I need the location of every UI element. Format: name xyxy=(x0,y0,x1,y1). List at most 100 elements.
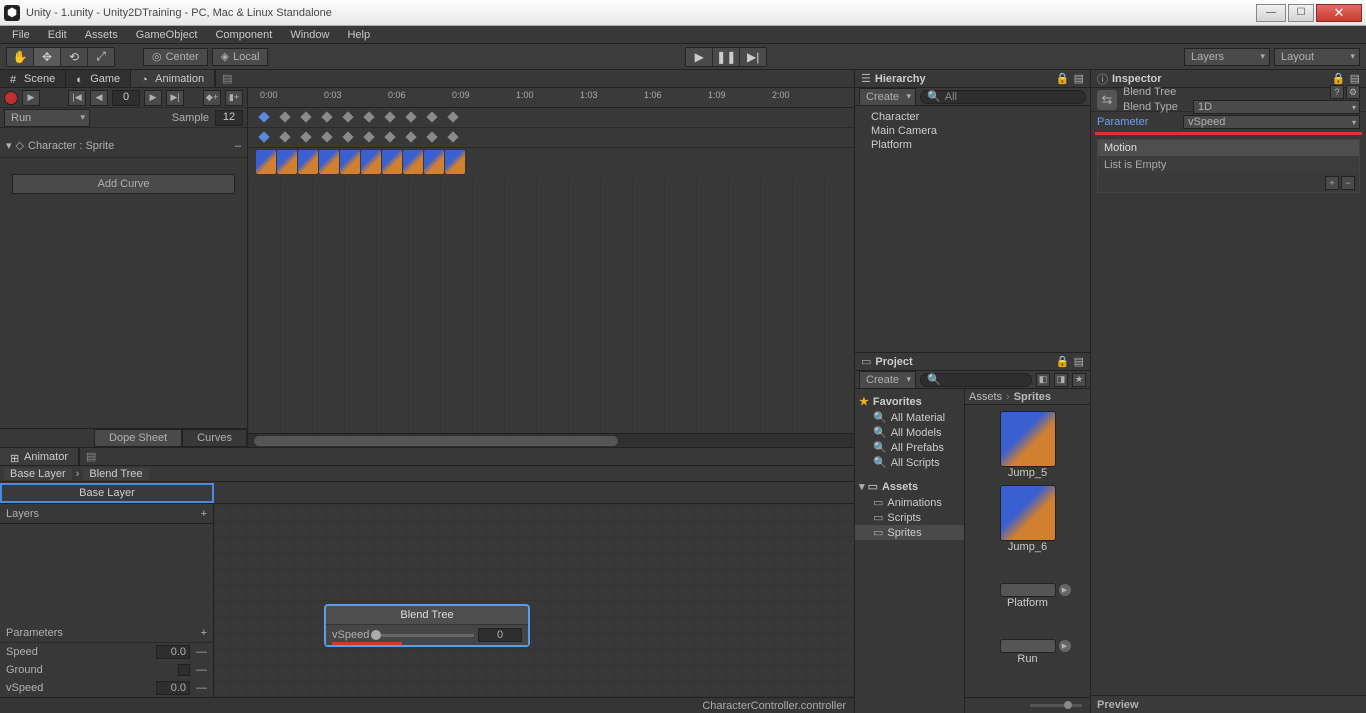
layer-base-layer-button[interactable]: Base Layer xyxy=(0,483,214,503)
scale-tool-button[interactable]: ⤢ xyxy=(88,48,114,66)
remove-motion-button[interactable]: − xyxy=(1341,176,1355,190)
pause-button[interactable]: ❚❚ xyxy=(713,48,739,66)
param-row-vspeed[interactable]: vSpeed 0.0 — xyxy=(0,679,213,697)
remove-param-button[interactable]: — xyxy=(196,646,207,658)
path-segment[interactable]: Sprites xyxy=(1014,391,1051,403)
param-ground-checkbox[interactable] xyxy=(178,664,190,676)
path-segment[interactable]: Assets xyxy=(969,391,1002,403)
blend-tree-node[interactable]: Blend Tree vSpeed 0 xyxy=(324,604,530,647)
folder-item[interactable]: ▭Scripts xyxy=(855,510,964,525)
blend-node-slider[interactable] xyxy=(373,634,474,637)
project-search[interactable]: 🔍 xyxy=(920,373,1032,387)
panel-lock-icon[interactable]: 🔒 xyxy=(1056,72,1070,85)
panel-lock-icon[interactable]: 🔒 xyxy=(1056,355,1070,368)
curves-button[interactable]: Curves xyxy=(182,429,247,447)
hierarchy-item[interactable]: Character xyxy=(863,110,1082,124)
sample-field[interactable]: 12 xyxy=(215,110,243,126)
next-key-button[interactable]: ▶ xyxy=(144,90,162,106)
panel-options-button[interactable]: ▤ xyxy=(1350,72,1360,85)
layers-dropdown[interactable]: Layers xyxy=(1184,48,1270,66)
hierarchy-item[interactable]: Main Camera xyxy=(863,124,1082,138)
object-name[interactable]: Blend Tree xyxy=(1123,86,1324,98)
favorite-item[interactable]: 🔍All Models xyxy=(855,425,964,440)
assets-heading[interactable]: ▾ ▭Assets xyxy=(855,478,964,495)
tab-animation[interactable]: ◔Animation xyxy=(131,70,215,87)
step-button[interactable]: ▶| xyxy=(740,48,766,66)
add-curve-button[interactable]: Add Curve xyxy=(12,174,235,194)
panel-options-button[interactable]: ▤ xyxy=(1074,355,1084,368)
first-key-button[interactable]: |◀ xyxy=(68,90,86,106)
remove-param-button[interactable]: — xyxy=(196,682,207,694)
pivot-mode-button[interactable]: ◎Center xyxy=(143,48,208,66)
param-row-speed[interactable]: Speed 0.0 — xyxy=(0,643,213,661)
clip-dropdown[interactable]: Run xyxy=(4,109,90,127)
track-key-row[interactable] xyxy=(248,128,854,148)
param-speed-value[interactable]: 0.0 xyxy=(156,645,190,659)
prev-key-button[interactable]: ◀ xyxy=(90,90,108,106)
remove-param-button[interactable]: — xyxy=(196,664,207,676)
window-maximize-button[interactable]: ☐ xyxy=(1288,4,1314,22)
asset-thumb[interactable]: Jump_5 xyxy=(967,411,1088,479)
menu-file[interactable]: File xyxy=(4,28,38,42)
play-button[interactable]: ▶ xyxy=(686,48,712,66)
timeline-area[interactable] xyxy=(248,178,854,433)
save-search-button[interactable]: ★ xyxy=(1072,373,1086,387)
track-row[interactable]: ▾ ◇ Character : Sprite – xyxy=(0,134,247,158)
menu-edit[interactable]: Edit xyxy=(40,28,75,42)
play-icon[interactable]: ▶ xyxy=(1059,640,1071,652)
favorite-item[interactable]: 🔍All Prefabs xyxy=(855,440,964,455)
add-motion-button[interactable]: + xyxy=(1325,176,1339,190)
panel-options-button[interactable]: ▤ xyxy=(79,448,102,465)
favorites-heading[interactable]: ★Favorites xyxy=(855,393,964,410)
project-create-dropdown[interactable]: Create xyxy=(859,371,916,389)
foldout-icon[interactable]: ▾ xyxy=(6,139,12,152)
gear-icon[interactable]: ⚙ xyxy=(1346,85,1360,99)
hierarchy-search[interactable]: 🔍All xyxy=(920,90,1086,104)
remove-track-button[interactable]: – xyxy=(235,140,241,152)
tab-scene[interactable]: #Scene xyxy=(0,70,66,87)
menu-help[interactable]: Help xyxy=(339,28,378,42)
rotate-tool-button[interactable]: ⟲ xyxy=(61,48,87,66)
folder-item[interactable]: ▭Sprites xyxy=(855,525,964,540)
panel-options-button[interactable]: ▤ xyxy=(1074,72,1084,85)
param-vspeed-value[interactable]: 0.0 xyxy=(156,681,190,695)
add-layer-button[interactable]: + xyxy=(201,508,207,520)
menu-window[interactable]: Window xyxy=(282,28,337,42)
summary-key-row[interactable] xyxy=(248,108,854,128)
project-grid[interactable]: Jump_5 Jump_6 ▶Platform ▶Run xyxy=(965,405,1090,697)
timeline-scrollbar[interactable] xyxy=(248,433,854,447)
preview-header[interactable]: Preview xyxy=(1091,695,1366,713)
breadcrumb-blend-tree[interactable]: Blend Tree xyxy=(83,468,148,480)
last-key-button[interactable]: ▶| xyxy=(166,90,184,106)
thumbnail-size-slider[interactable] xyxy=(1030,704,1083,707)
filter-type-button[interactable]: ◧ xyxy=(1036,373,1050,387)
add-parameter-button[interactable]: + xyxy=(201,627,207,639)
favorite-item[interactable]: 🔍All Material xyxy=(855,410,964,425)
help-button[interactable]: ? xyxy=(1330,85,1344,99)
asset-thumb[interactable]: ▶Run xyxy=(967,615,1088,665)
panel-lock-icon[interactable]: 🔒 xyxy=(1332,72,1346,85)
add-key-button[interactable]: ◆+ xyxy=(203,90,221,106)
anim-play-button[interactable]: ▶ xyxy=(22,90,40,106)
window-close-button[interactable]: ✕ xyxy=(1316,4,1362,22)
favorite-item[interactable]: 🔍All Scripts xyxy=(855,455,964,470)
menu-component[interactable]: Component xyxy=(207,28,280,42)
record-button[interactable] xyxy=(4,91,18,105)
asset-thumb[interactable]: ▶Platform xyxy=(967,559,1088,609)
hierarchy-create-dropdown[interactable]: Create xyxy=(859,88,916,106)
blend-type-dropdown[interactable]: 1D xyxy=(1193,100,1360,114)
blend-node-value[interactable]: 0 xyxy=(478,628,522,642)
hand-tool-button[interactable]: ✋ xyxy=(7,48,33,66)
layout-dropdown[interactable]: Layout xyxy=(1274,48,1360,66)
time-ruler[interactable]: 0:00 0:03 0:06 0:09 1:00 1:03 1:06 1:09 … xyxy=(248,88,854,108)
handle-rotation-button[interactable]: ◈Local xyxy=(212,48,269,66)
dope-sheet-button[interactable]: Dope Sheet xyxy=(94,429,182,447)
play-icon[interactable]: ▶ xyxy=(1059,584,1071,596)
param-row-ground[interactable]: Ground — xyxy=(0,661,213,679)
parameter-dropdown[interactable]: vSpeed xyxy=(1183,115,1360,129)
filter-label-button[interactable]: ◨ xyxy=(1054,373,1068,387)
menu-gameobject[interactable]: GameObject xyxy=(128,28,206,42)
menu-assets[interactable]: Assets xyxy=(77,28,126,42)
window-minimize-button[interactable]: — xyxy=(1256,4,1286,22)
animator-graph[interactable]: Blend Tree vSpeed 0 xyxy=(214,504,854,697)
